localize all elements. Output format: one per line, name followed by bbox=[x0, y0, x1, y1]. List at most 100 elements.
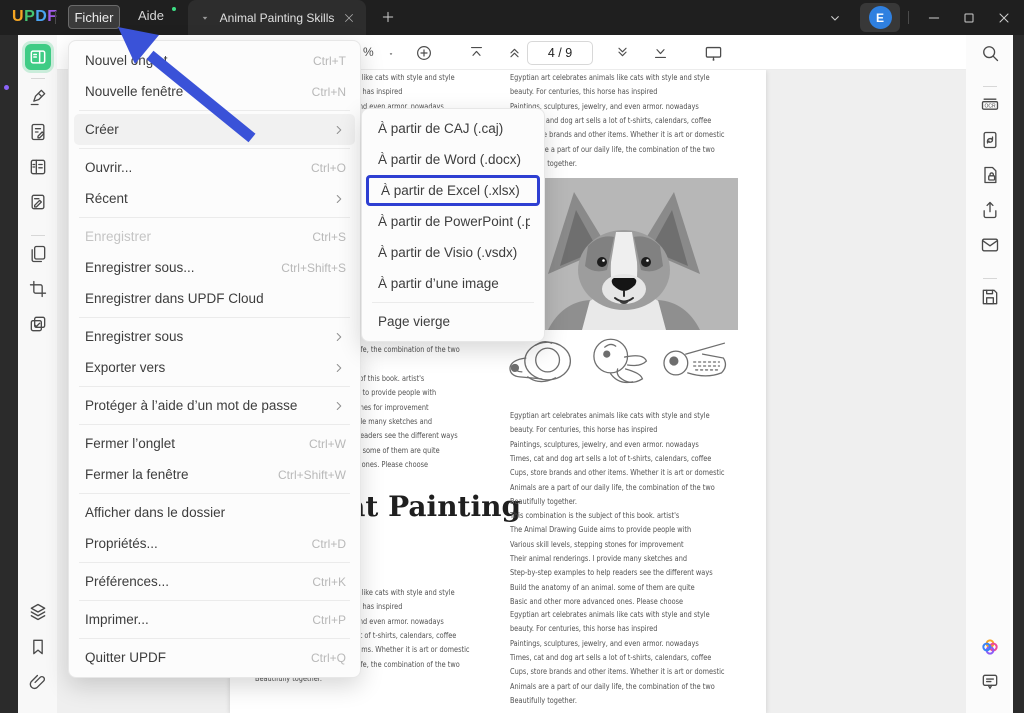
zoom-in-button[interactable] bbox=[415, 44, 433, 62]
first-page-button[interactable] bbox=[468, 44, 485, 61]
menu-divider bbox=[79, 493, 350, 494]
bookmark-icon[interactable] bbox=[27, 637, 49, 657]
layers-icon[interactable] bbox=[27, 602, 49, 622]
menu-item-enregistrer-sous[interactable]: Enregistrer sous bbox=[69, 321, 360, 352]
svg-text:OCR: OCR bbox=[984, 103, 996, 109]
presentation-mode-button[interactable] bbox=[704, 44, 723, 63]
menu-item-recent[interactable]: Récent bbox=[69, 183, 360, 214]
menu-item-proprietes[interactable]: Propriétés...Ctrl+D bbox=[69, 528, 360, 559]
menu-item-a-partir-de-caj-caj[interactable]: À partir de CAJ (.caj) bbox=[362, 113, 544, 144]
menu-item-fermer-l-onglet[interactable]: Fermer l’ongletCtrl+W bbox=[69, 428, 360, 459]
menu-divider bbox=[79, 600, 350, 601]
menu-item-label: Afficher dans le dossier bbox=[85, 505, 346, 520]
account-button[interactable]: E bbox=[860, 3, 900, 32]
feedback-icon[interactable] bbox=[979, 672, 1001, 692]
menu-item-shortcut: Ctrl+Q bbox=[311, 651, 346, 665]
text-line: Beautifully together. bbox=[510, 495, 725, 509]
close-window-button[interactable] bbox=[996, 10, 1012, 26]
comment-edit-icon[interactable] bbox=[27, 122, 49, 142]
menu-item-quitter-updf[interactable]: Quitter UPDFCtrl+Q bbox=[69, 642, 360, 673]
share-icon[interactable] bbox=[979, 200, 1001, 220]
menu-item-enregistrer-dans-updf-cloud[interactable]: Enregistrer dans UPDF Cloud bbox=[69, 283, 360, 314]
menu-item-shortcut: Ctrl+N bbox=[312, 85, 346, 99]
menu-item-a-partir-de-excel-xlsx[interactable]: À partir de Excel (.xlsx) bbox=[366, 175, 540, 206]
save-icon[interactable] bbox=[979, 287, 1001, 307]
menu-item-label: À partir de Visio (.vsdx) bbox=[378, 245, 530, 260]
tab-close-icon[interactable] bbox=[342, 11, 356, 25]
mail-icon[interactable] bbox=[979, 235, 1001, 255]
logo-letter: U bbox=[12, 8, 24, 25]
menu-item-afficher-dans-le-dossier[interactable]: Afficher dans le dossier bbox=[69, 497, 360, 528]
logo-letter: P bbox=[24, 8, 35, 25]
menu-item-shortcut: Ctrl+D bbox=[312, 537, 346, 551]
menu-item-proteger-a-l-aide-d-un-mot-de-passe[interactable]: Protéger à l’aide d’un mot de passe bbox=[69, 390, 360, 421]
zoom-dropdown-caret[interactable] bbox=[386, 50, 396, 58]
maximize-button[interactable] bbox=[961, 10, 977, 26]
menu-item-shortcut: Ctrl+Shift+S bbox=[281, 261, 346, 275]
menu-item-label: Protéger à l’aide d’un mot de passe bbox=[85, 398, 332, 413]
highlighter-icon[interactable] bbox=[27, 87, 49, 107]
sketch-dog-head-3 bbox=[661, 333, 730, 393]
previous-page-button[interactable] bbox=[506, 44, 523, 61]
page-indicator[interactable]: 4 / 9 bbox=[527, 41, 593, 65]
document-tab[interactable]: Animal Painting Skills bbox=[188, 0, 366, 35]
text-line: The Animal Drawing Guide aims to provide… bbox=[510, 523, 713, 537]
menu-item-nouvelle-fenetre[interactable]: Nouvelle fenêtreCtrl+N bbox=[69, 76, 360, 107]
file-menu: Nouvel ongletCtrl+TNouvelle fenêtreCtrl+… bbox=[68, 40, 361, 678]
menu-item-label: À partir de PowerPoint (.pptx) bbox=[378, 214, 530, 229]
attachment-icon[interactable] bbox=[27, 672, 49, 692]
menu-item-a-partir-d-une-image[interactable]: À partir d’une image bbox=[362, 268, 544, 299]
text-line: Step-by-step examples to help readers se… bbox=[510, 566, 713, 580]
ai-icon[interactable] bbox=[979, 637, 1001, 657]
menu-item-creer[interactable]: Créer bbox=[74, 114, 355, 145]
text-line: This combination is the subject of this … bbox=[510, 509, 713, 523]
tab-dropdown-caret-icon[interactable] bbox=[198, 11, 212, 25]
menu-item-label: Page vierge bbox=[378, 314, 530, 329]
protect-icon[interactable] bbox=[979, 165, 1001, 185]
text-line: Times, cat and dog art sells a lot of t-… bbox=[510, 452, 725, 466]
text-line: Beautifully together. bbox=[510, 694, 725, 708]
new-tab-button[interactable] bbox=[380, 9, 396, 25]
menu-item-label: Nouvel onglet bbox=[85, 53, 313, 68]
aide-notification-dot bbox=[172, 7, 176, 11]
page-organize-icon[interactable] bbox=[27, 157, 49, 177]
menu-aide-button[interactable]: Aide bbox=[138, 8, 164, 23]
chevron-right-icon bbox=[332, 399, 346, 413]
menu-item-enregistrer-sous[interactable]: Enregistrer sous...Ctrl+Shift+S bbox=[69, 252, 360, 283]
convert-icon[interactable] bbox=[979, 130, 1001, 150]
menu-item-label: Exporter vers bbox=[85, 360, 332, 375]
menu-item-label: Nouvelle fenêtre bbox=[85, 84, 312, 99]
menu-item-shortcut: Ctrl+T bbox=[313, 54, 346, 68]
stamp-icon[interactable] bbox=[27, 314, 49, 334]
pages-icon[interactable] bbox=[27, 244, 49, 264]
menu-item-shortcut: Ctrl+O bbox=[311, 161, 346, 175]
menu-item-page-vierge[interactable]: Page vierge bbox=[362, 306, 544, 337]
divider bbox=[908, 11, 909, 24]
ocr-icon[interactable]: OCR bbox=[979, 95, 1001, 115]
menu-item-fermer-la-fenetre[interactable]: Fermer la fenêtreCtrl+Shift+W bbox=[69, 459, 360, 490]
next-page-button[interactable] bbox=[614, 44, 631, 61]
text-line: Cups, store brands and other items. Whet… bbox=[510, 466, 725, 480]
minimize-button[interactable] bbox=[926, 10, 942, 26]
window-chevron-icon[interactable] bbox=[827, 10, 843, 26]
search-icon[interactable] bbox=[979, 43, 1001, 63]
menu-item-preferences[interactable]: Préférences...Ctrl+K bbox=[69, 566, 360, 597]
menu-item-a-partir-de-powerpoint-pptx[interactable]: À partir de PowerPoint (.pptx) bbox=[362, 206, 544, 237]
menu-fichier-button[interactable]: Fichier bbox=[68, 5, 120, 29]
menu-item-a-partir-de-visio-vsdx[interactable]: À partir de Visio (.vsdx) bbox=[362, 237, 544, 268]
reader-icon[interactable] bbox=[25, 44, 51, 70]
create-submenu: À partir de CAJ (.caj)À partir de Word (… bbox=[361, 108, 545, 342]
menu-item-nouvel-onglet[interactable]: Nouvel ongletCtrl+T bbox=[69, 45, 360, 76]
page-edit-icon[interactable] bbox=[27, 192, 49, 212]
menu-item-ouvrir[interactable]: Ouvrir...Ctrl+O bbox=[69, 152, 360, 183]
last-page-button[interactable] bbox=[652, 44, 669, 61]
menu-item-imprimer[interactable]: Imprimer...Ctrl+P bbox=[69, 604, 360, 635]
menu-item-a-partir-de-word-docx[interactable]: À partir de Word (.docx) bbox=[362, 144, 544, 175]
menu-item-label: Enregistrer bbox=[85, 229, 312, 244]
crop-icon[interactable] bbox=[27, 279, 49, 299]
menu-item-label: Quitter UPDF bbox=[85, 650, 311, 665]
divider bbox=[31, 78, 45, 79]
text-line: Egyptian art celebrates animals like cat… bbox=[510, 409, 725, 423]
menu-item-exporter-vers[interactable]: Exporter vers bbox=[69, 352, 360, 383]
divider bbox=[31, 235, 45, 236]
